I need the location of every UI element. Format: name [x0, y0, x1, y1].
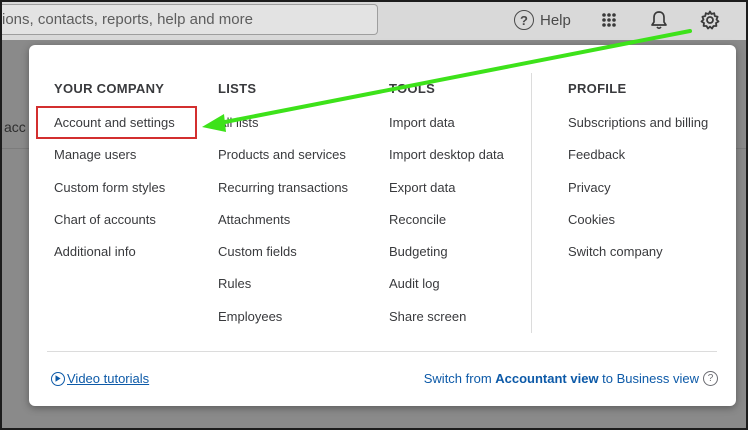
app-window: ions, contacts, reports, help and more ?…: [0, 0, 748, 430]
menu-item-switch-company[interactable]: Switch company: [568, 244, 708, 276]
menu-item-chart-of-accounts[interactable]: Chart of accounts: [54, 212, 175, 244]
footer-divider: [47, 351, 717, 352]
help-icon: ?: [514, 10, 534, 30]
column-heading: LISTS: [218, 81, 257, 96]
menu-item-employees[interactable]: Employees: [218, 309, 348, 341]
menu-item-budgeting[interactable]: Budgeting: [389, 244, 504, 276]
menu-item-audit-log[interactable]: Audit log: [389, 276, 504, 308]
column-heading: PROFILE: [568, 81, 627, 96]
menu-item-privacy[interactable]: Privacy: [568, 180, 708, 212]
apps-grid-icon[interactable]: [598, 9, 620, 31]
menu-item-custom-fields[interactable]: Custom fields: [218, 244, 348, 276]
column-divider: [531, 73, 532, 333]
menu-item-custom-form-styles[interactable]: Custom form styles: [54, 180, 175, 212]
column-profile: PROFILE Subscriptions and billing Feedba…: [568, 81, 708, 276]
menu-item-cookies[interactable]: Cookies: [568, 212, 708, 244]
switch-prefix: Switch from: [423, 371, 496, 386]
column-heading: YOUR COMPANY: [54, 81, 165, 96]
menu-item-share-screen[interactable]: Share screen: [389, 309, 504, 341]
question-circle-icon[interactable]: ?: [703, 371, 718, 386]
column-your-company: YOUR COMPANY Account and settings Manage…: [54, 81, 175, 276]
switch-view-text: Switch from Accountant view to Business …: [424, 371, 699, 386]
help-button[interactable]: ? Help: [514, 9, 571, 31]
video-tutorials-link[interactable]: Video tutorials: [51, 371, 149, 386]
gear-icon[interactable]: [699, 9, 721, 31]
column-heading: TOOLS: [389, 81, 436, 96]
column-lists: LISTS All lists Products and services Re…: [218, 81, 348, 341]
top-bar: ions, contacts, reports, help and more ?…: [2, 2, 746, 40]
menu-item-account-and-settings[interactable]: Account and settings: [54, 115, 175, 147]
play-circle-icon: [51, 371, 65, 386]
switch-view-link[interactable]: Switch from Accountant view to Business …: [424, 371, 718, 386]
menu-item-import-data[interactable]: Import data: [389, 115, 504, 147]
background-text: acc: [4, 119, 26, 135]
switch-suffix: to Business view: [598, 371, 699, 386]
column-tools: TOOLS Import data Import desktop data Ex…: [389, 81, 504, 341]
search-input[interactable]: ions, contacts, reports, help and more: [2, 4, 378, 35]
menu-item-export-data[interactable]: Export data: [389, 180, 504, 212]
menu-item-additional-info[interactable]: Additional info: [54, 244, 175, 276]
menu-item-recurring-transactions[interactable]: Recurring transactions: [218, 180, 348, 212]
menu-item-manage-users[interactable]: Manage users: [54, 147, 175, 179]
menu-item-reconcile[interactable]: Reconcile: [389, 212, 504, 244]
settings-menu-panel: YOUR COMPANY Account and settings Manage…: [29, 45, 736, 406]
menu-item-products-and-services[interactable]: Products and services: [218, 147, 348, 179]
menu-item-import-desktop-data[interactable]: Import desktop data: [389, 147, 504, 179]
menu-item-feedback[interactable]: Feedback: [568, 147, 708, 179]
bell-icon[interactable]: [648, 9, 670, 31]
switch-current-view: Accountant view: [495, 371, 599, 386]
menu-item-subscriptions-and-billing[interactable]: Subscriptions and billing: [568, 115, 708, 147]
help-label: Help: [540, 11, 571, 29]
menu-item-rules[interactable]: Rules: [218, 276, 348, 308]
menu-item-all-lists[interactable]: All lists: [218, 115, 348, 147]
menu-item-attachments[interactable]: Attachments: [218, 212, 348, 244]
video-tutorials-label: Video tutorials: [67, 371, 150, 386]
